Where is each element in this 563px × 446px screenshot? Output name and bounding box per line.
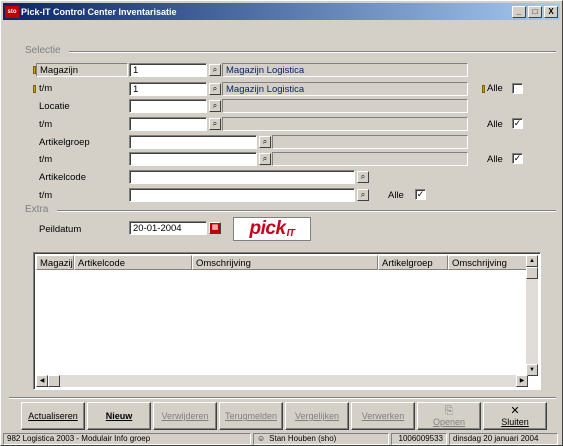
alle-locatie-label: Alle xyxy=(487,119,503,130)
extra-group-title: Extra xyxy=(25,204,49,215)
nieuw-button[interactable]: Nieuw xyxy=(87,402,151,430)
window-title: Pick-IT Control Center Inventarisatie xyxy=(21,6,177,17)
magazijn-label: Magazijn xyxy=(36,63,128,77)
peildatum-label: Peildatum xyxy=(39,224,82,235)
locatie-from-input[interactable] xyxy=(129,99,207,113)
lookup-icon[interactable]: ⌕ xyxy=(209,83,221,95)
openen-button[interactable]: ⎘ Openen xyxy=(417,402,481,430)
title-bar[interactable]: sto Pick-IT Control Center Inventarisati… xyxy=(3,3,560,20)
calendar-icon[interactable]: ▦ xyxy=(209,222,221,234)
user-icon: ☺ xyxy=(257,434,266,443)
minimize-button[interactable]: _ xyxy=(512,5,526,18)
verwijderen-button[interactable]: Verwijderen xyxy=(153,402,217,430)
alle-artikelcode-label: Alle xyxy=(388,190,404,201)
magazijn-from-input[interactable]: 1 xyxy=(129,63,207,77)
alle-artikelcode-checkbox[interactable]: ✓ xyxy=(415,189,426,200)
locatie-to-label: t/m xyxy=(39,119,53,130)
status-bar: 982 Logistica 2003 - Modulair Info groep… xyxy=(3,433,560,445)
close-icon: ✕ xyxy=(510,404,520,417)
actualiseren-button[interactable]: Actualiseren xyxy=(21,402,85,430)
scroll-thumb[interactable] xyxy=(48,375,60,387)
maximize-button[interactable]: □ xyxy=(528,5,542,18)
lookup-icon[interactable]: ⌕ xyxy=(209,118,221,130)
magazijn-from-desc: Magazijn Logistica xyxy=(222,63,468,77)
artikelgroep-to-input[interactable] xyxy=(129,152,257,166)
column-header[interactable]: Artikelgroep xyxy=(378,255,448,270)
status-user-panel: ☺ Stan Houben (sho) xyxy=(253,433,389,445)
alle-artikelgroep-label: Alle xyxy=(487,154,503,165)
lookup-icon[interactable]: ⌕ xyxy=(259,153,271,165)
scroll-left-icon[interactable]: ◀ xyxy=(36,375,48,387)
vergelijken-button[interactable]: Vergelijken xyxy=(285,402,349,430)
status-user: Stan Houben (sho) xyxy=(269,434,337,443)
alle-magazijn-checkbox[interactable] xyxy=(512,83,523,94)
pick-it-logo: pick IT xyxy=(233,217,311,241)
grid-header: Magazijn Artikelcode Omschrijving Artike… xyxy=(36,255,528,270)
terugmelden-button[interactable]: Terugmelden xyxy=(219,402,283,430)
extra-divider xyxy=(57,210,556,212)
locatie-label: Locatie xyxy=(39,101,70,112)
logo-sub: IT xyxy=(286,227,295,239)
artikelgroep-from-input[interactable] xyxy=(129,135,257,149)
lookup-icon[interactable]: ⌕ xyxy=(209,64,221,76)
results-grid[interactable]: Magazijn Artikelcode Omschrijving Artike… xyxy=(33,252,541,390)
selectie-group-title: Selectie xyxy=(25,45,61,56)
horizontal-scrollbar[interactable]: ◀ ▶ xyxy=(36,375,528,387)
artikelgroep-to-desc xyxy=(272,152,468,166)
status-code: 1006009533 xyxy=(391,433,447,445)
magazijn-to-label: t/m xyxy=(39,83,53,94)
locatie-from-desc xyxy=(222,99,468,113)
alle-locatie-checkbox[interactable]: ✓ xyxy=(512,118,523,129)
vertical-scrollbar[interactable]: ▲ ▼ xyxy=(526,255,538,376)
status-date: dinsdag 20 januari 2004 xyxy=(449,433,558,445)
artikelcode-to-label: t/m xyxy=(39,190,53,201)
artikelgroep-from-desc xyxy=(272,135,468,149)
sluiten-button[interactable]: ✕ Sluiten xyxy=(483,402,547,430)
toolbar-divider xyxy=(9,397,556,399)
scroll-right-icon[interactable]: ▶ xyxy=(516,375,528,387)
logo-text: pick xyxy=(249,218,287,239)
locatie-to-desc xyxy=(222,117,468,131)
artikelcode-to-input[interactable] xyxy=(129,188,355,202)
column-header[interactable]: Omschrijving xyxy=(448,255,528,270)
column-header[interactable]: Omschrijving xyxy=(192,255,378,270)
status-company: 982 Logistica 2003 - Modulair Info groep xyxy=(3,433,251,445)
app-icon: sto xyxy=(5,5,19,18)
peildatum-input[interactable]: 20-01-2004 xyxy=(129,221,207,235)
alle-artikelgroep-checkbox[interactable]: ✓ xyxy=(512,153,523,164)
main-window: sto Pick-IT Control Center Inventarisati… xyxy=(0,0,563,446)
close-button[interactable]: X xyxy=(544,5,558,18)
required-marker-icon xyxy=(33,85,36,93)
scroll-thumb[interactable] xyxy=(526,267,538,279)
magazijn-to-desc: Magazijn Logistica xyxy=(222,82,468,96)
artikelgroep-to-label: t/m xyxy=(39,154,53,165)
column-header[interactable]: Magazijn xyxy=(36,255,74,270)
alle-magazijn-label: Alle xyxy=(487,83,503,94)
lookup-icon[interactable]: ⌕ xyxy=(357,189,369,201)
magazijn-to-input[interactable]: 1 xyxy=(129,82,207,96)
lookup-icon[interactable]: ⌕ xyxy=(357,171,369,183)
selectie-divider xyxy=(69,51,556,53)
artikelgroep-label: Artikelgroep xyxy=(39,137,90,148)
lookup-icon[interactable]: ⌕ xyxy=(209,100,221,112)
lookup-icon[interactable]: ⌕ xyxy=(259,136,271,148)
required-marker-icon xyxy=(482,85,485,93)
scroll-up-icon[interactable]: ▲ xyxy=(526,255,538,267)
artikelcode-label: Artikelcode xyxy=(39,172,86,183)
open-icon: ⎘ xyxy=(444,404,454,417)
locatie-to-input[interactable] xyxy=(129,117,207,131)
column-header[interactable]: Artikelcode xyxy=(74,255,192,270)
verwerken-button[interactable]: Verwerken xyxy=(351,402,415,430)
artikelcode-from-input[interactable] xyxy=(129,170,355,184)
